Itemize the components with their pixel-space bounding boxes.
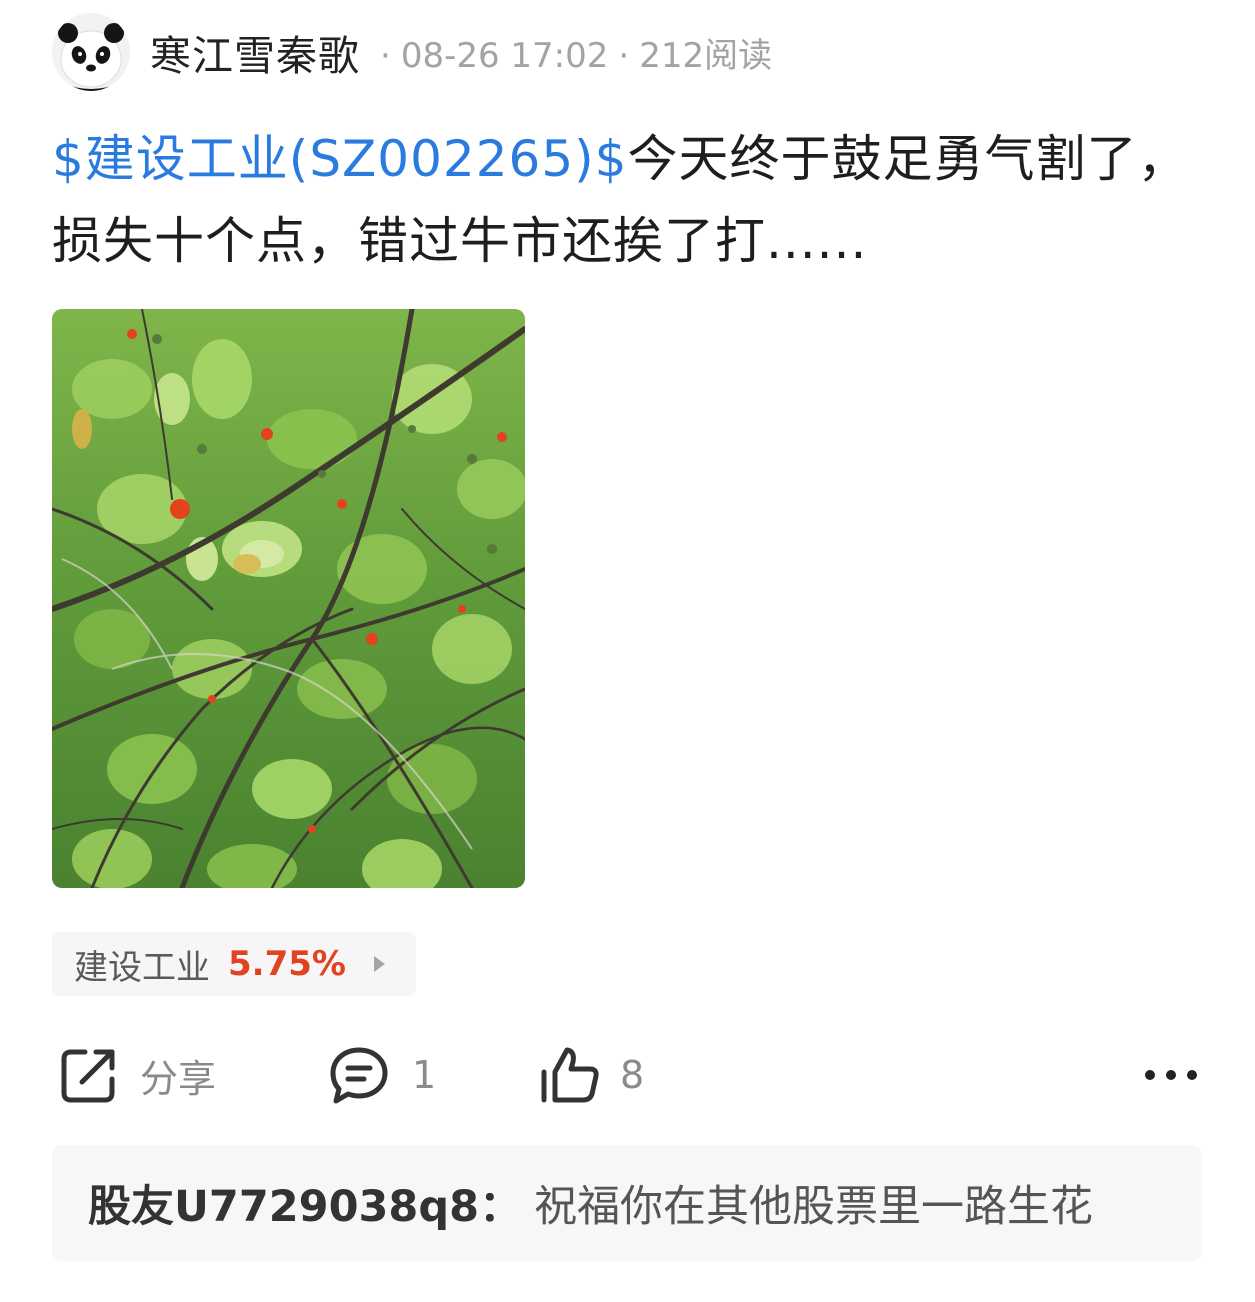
foliage-photo bbox=[52, 309, 525, 888]
share-label: 分享 bbox=[140, 1056, 217, 1101]
comment-button[interactable]: 1 bbox=[328, 1040, 436, 1110]
commenter-name[interactable]: 股友U7729038q8： bbox=[88, 1172, 522, 1234]
meta-separator: · bbox=[380, 35, 391, 76]
post-header: 寒江雪秦歌 · 08-26 17:02 · 212阅读 bbox=[52, 12, 772, 92]
stock-name: 建设工业 bbox=[74, 947, 210, 988]
comment-count: 1 bbox=[412, 1053, 437, 1097]
author-name[interactable]: 寒江雪秦歌 bbox=[150, 22, 360, 82]
panda-avatar-icon bbox=[52, 13, 130, 91]
more-button[interactable] bbox=[1144, 1040, 1198, 1110]
stock-change-percent: 5.75% bbox=[228, 944, 346, 984]
post-meta: · 08-26 17:02 · 212阅读 bbox=[370, 28, 772, 77]
read-count: 212阅读 bbox=[639, 35, 773, 76]
triangle-right-icon bbox=[373, 956, 385, 972]
post-body: $建设工业(SZ002265)$今天终于鼓足勇气割了，损失十个点，错过牛市还挨了… bbox=[52, 118, 1202, 282]
thumbs-up-icon bbox=[541, 1047, 599, 1103]
like-button[interactable]: 8 bbox=[538, 1040, 644, 1110]
share-button[interactable]: 分享 bbox=[58, 1040, 216, 1110]
commenter-username: 股友U7729038q8 bbox=[88, 1182, 480, 1232]
like-count: 8 bbox=[620, 1053, 645, 1097]
more-dots-icon bbox=[1145, 1070, 1197, 1080]
post-image[interactable] bbox=[52, 309, 525, 888]
comment-text: 祝福你在其他股票里一路生花 bbox=[534, 1182, 1094, 1232]
stock-tag-link[interactable]: $建设工业(SZ002265)$ bbox=[52, 130, 628, 188]
post-date: 08-26 17:02 bbox=[400, 35, 609, 76]
stock-quote-chip[interactable]: 建设工业 5.75% bbox=[52, 932, 416, 996]
author-avatar[interactable] bbox=[52, 13, 130, 91]
comment-preview[interactable]: 股友U7729038q8： 祝福你在其他股票里一路生花 bbox=[52, 1145, 1202, 1261]
share-icon bbox=[61, 1049, 115, 1103]
commenter-colon: ： bbox=[479, 1182, 523, 1232]
comment-icon bbox=[330, 1047, 388, 1104]
meta-separator: · bbox=[618, 35, 630, 76]
action-bar: 分享 1 8 bbox=[52, 1040, 1202, 1110]
